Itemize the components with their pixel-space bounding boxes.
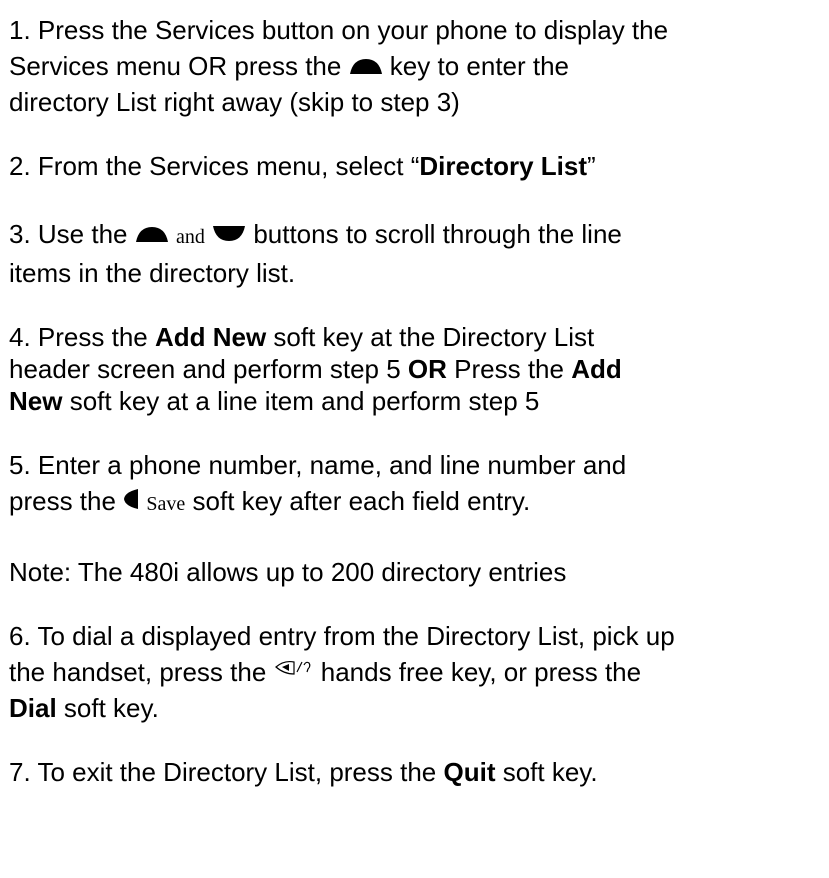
step-1: 1. Press the Services button on your pho…: [9, 14, 829, 118]
step-3-text-a: 3. Use the: [9, 219, 135, 249]
step-4-line-2-bold-1: OR: [407, 354, 447, 384]
step-4: 4. Press the Add New soft key at the Dir…: [9, 321, 829, 417]
up-arrow-key-icon: [349, 46, 383, 86]
step-5: 5. Enter a phone number, name, and line …: [9, 449, 829, 524]
step-7-text-a: 7. To exit the Directory List, press the: [9, 757, 444, 787]
step-1-line-3: directory List right away (skip to step …: [9, 87, 460, 117]
step-3-line-1: 3. Use the and buttons to scroll through…: [9, 214, 829, 257]
step-4-line-3-text: soft key at a line item and perform step…: [62, 386, 540, 416]
step-1-line-2-text-b: key to enter the: [382, 51, 570, 81]
step-4-line-2-bold-2: Add: [571, 354, 622, 384]
step-1-line-2-text-a: Services menu OR press the: [9, 51, 349, 81]
step-4-line-2-text-b: Press the: [446, 354, 572, 384]
step-2: 2. From the Services menu, select “Direc…: [9, 150, 829, 182]
step-4-line-1-bold: Add New: [154, 322, 267, 352]
step-5-line-1: 5. Enter a phone number, name, and line …: [9, 450, 627, 480]
step-6-line-3-text: soft key.: [56, 693, 159, 723]
step-3-line-2: items in the directory list.: [9, 258, 296, 288]
step-4-line-1-text-a: 4. Press the: [9, 322, 155, 352]
step-4-line-2: header screen and perform step 5 OR Pres…: [9, 353, 829, 385]
step-6-line-2: the handset, press the hands free key, o…: [9, 652, 829, 692]
step-1-line-2: Services menu OR press the key to enter …: [9, 46, 829, 86]
step-7-bold: Quit: [443, 757, 496, 787]
step-7-text-b: soft key.: [495, 757, 598, 787]
step-3-text-b: buttons to scroll through the line: [246, 219, 622, 249]
step-7: 7. To exit the Directory List, press the…: [9, 756, 829, 788]
down-arrow-key-icon: [212, 214, 246, 254]
up-arrow-key-icon: [135, 214, 169, 254]
step-6-line-3: Dial soft key.: [9, 692, 829, 724]
step-6-line-3-bold: Dial: [9, 693, 57, 723]
step-6-line-2-text-b: hands free key, or press the: [313, 657, 642, 687]
note-text: Note: The 480i allows up to 200 director…: [9, 557, 567, 587]
step-3: 3. Use the and buttons to scroll through…: [9, 214, 829, 289]
instructions-page: 1. Press the Services button on your pho…: [0, 0, 829, 878]
step-5-line-2: press the Save soft key after each field…: [9, 481, 829, 524]
step-2-bold: Directory List: [419, 151, 587, 181]
step-3-and: and: [175, 226, 205, 248]
step-6: 6. To dial a displayed entry from the Di…: [9, 620, 829, 724]
save-softkey-label: Save: [146, 493, 186, 515]
handsfree-key-icon: [274, 652, 314, 692]
step-4-line-1: 4. Press the Add New soft key at the Dir…: [9, 321, 829, 353]
step-4-line-3: New soft key at a line item and perform …: [9, 385, 829, 417]
step-5-line-2-text-a: press the: [9, 486, 124, 516]
step-2-text-a: 2. From the Services menu, select “: [9, 151, 420, 181]
step-6-line-1: 6. To dial a displayed entry from the Di…: [9, 621, 675, 651]
left-arrow-key-icon: [123, 481, 139, 521]
step-2-text-b: ”: [586, 151, 596, 181]
step-4-line-1-text-b: soft key at the Directory List: [266, 322, 595, 352]
step-4-line-3-bold: New: [9, 386, 63, 416]
step-5-line-2-text-b: soft key after each field entry.: [185, 486, 531, 516]
step-4-line-2-text-a: header screen and perform step 5: [9, 354, 408, 384]
step-1-line-1: 1. Press the Services button on your pho…: [9, 15, 669, 45]
step-6-line-2-text-a: the handset, press the: [9, 657, 274, 687]
